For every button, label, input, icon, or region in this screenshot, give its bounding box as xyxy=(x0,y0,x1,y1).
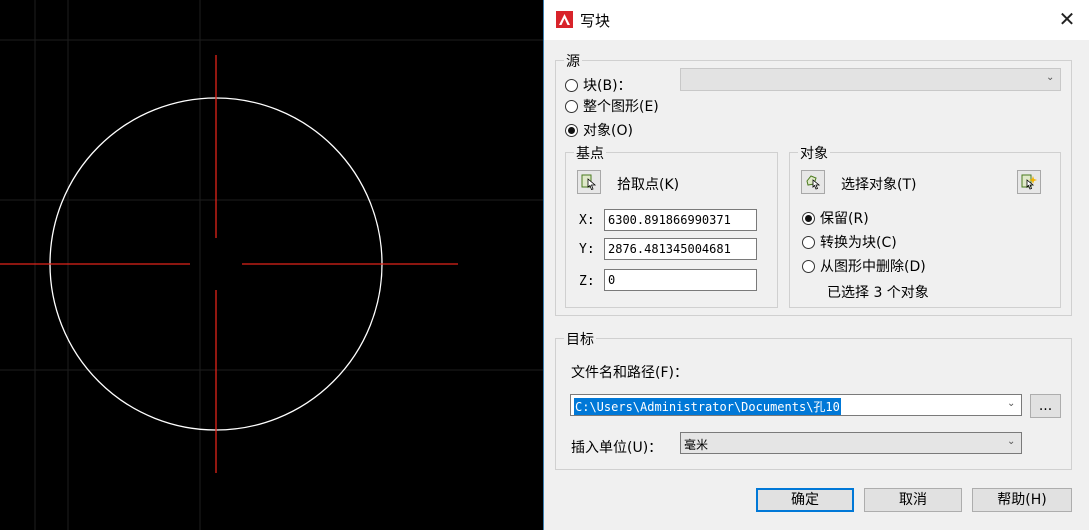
write-block-dialog: 写块 ✕ 源 块(B)： ⌄ 整个图形(E) 对象(O) 基点 拾取点(K) X… xyxy=(543,0,1089,530)
whole-drawing-radio[interactable]: 整个图形(E) xyxy=(565,96,659,116)
canvas-grid xyxy=(0,0,545,530)
block-radio[interactable]: 块(B)： xyxy=(565,75,632,95)
retain-radio-label: 保留(R) xyxy=(820,211,869,227)
pick-point-icon xyxy=(581,174,597,190)
convert-to-block-radio-label: 转换为块(C) xyxy=(820,235,897,251)
whole-drawing-radio-button[interactable] xyxy=(565,99,578,113)
selection-status: 已选择 3 个对象 xyxy=(827,285,929,301)
x-coordinate-input[interactable]: 6300.891866990371 xyxy=(604,209,757,231)
source-group-label: 源 xyxy=(564,51,582,71)
center-crosshair[interactable] xyxy=(0,55,458,473)
file-path-label: 文件名和路径(F)： xyxy=(571,365,688,381)
x-label: X: xyxy=(579,213,595,228)
insert-units-combo[interactable]: 毫米 ⌄ xyxy=(680,432,1022,454)
browse-button[interactable]: ... xyxy=(1030,394,1061,418)
base-point-group-label: 基点 xyxy=(574,143,606,163)
y-coordinate-input[interactable]: 2876.481345004681 xyxy=(604,238,757,260)
convert-to-block-radio[interactable]: 转换为块(C) xyxy=(802,232,897,252)
quick-select-icon xyxy=(1021,174,1037,190)
chevron-down-icon: ⌄ xyxy=(1046,72,1055,83)
objects-group-label: 对象 xyxy=(798,143,830,163)
drawing-canvas[interactable] xyxy=(0,0,545,530)
select-objects-icon xyxy=(806,175,821,190)
block-name-combo: ⌄ xyxy=(680,68,1061,91)
block-radio-label: 块(B)： xyxy=(583,78,632,94)
z-coordinate-input[interactable]: 0 xyxy=(604,269,757,291)
retain-radio-button[interactable] xyxy=(802,211,815,225)
retain-radio[interactable]: 保留(R) xyxy=(802,208,869,228)
y-label: Y: xyxy=(579,242,595,257)
select-objects-button[interactable] xyxy=(801,170,825,194)
insert-units-label: 插入单位(U)： xyxy=(571,440,663,456)
close-icon[interactable]: ✕ xyxy=(1057,9,1077,31)
file-path-value[interactable]: C:\Users\Administrator\Documents\孔10 xyxy=(574,398,841,415)
drawing-svg[interactable] xyxy=(0,0,545,530)
block-radio-button[interactable] xyxy=(565,78,578,92)
chevron-down-icon[interactable]: ⌄ xyxy=(1007,436,1015,447)
chevron-down-icon[interactable]: ⌄ xyxy=(1007,398,1015,409)
file-path-combo[interactable]: C:\Users\Administrator\Documents\孔10 ⌄ xyxy=(570,394,1022,416)
convert-to-block-radio-button[interactable] xyxy=(802,235,815,249)
pick-point-label: 拾取点(K) xyxy=(617,177,680,193)
delete-from-drawing-radio[interactable]: 从图形中删除(D) xyxy=(802,256,926,276)
quick-select-button[interactable] xyxy=(1017,170,1041,194)
destination-group-label: 目标 xyxy=(564,329,596,349)
select-objects-label: 选择对象(T) xyxy=(841,177,917,193)
objects-radio-label: 对象(O) xyxy=(583,123,633,139)
ok-button[interactable]: 确定 xyxy=(756,488,854,512)
help-button[interactable]: 帮助(H) xyxy=(972,488,1072,512)
whole-drawing-radio-label: 整个图形(E) xyxy=(583,99,659,115)
delete-from-drawing-radio-label: 从图形中删除(D) xyxy=(820,259,926,275)
z-label: Z: xyxy=(579,274,595,289)
objects-radio[interactable]: 对象(O) xyxy=(565,120,633,140)
autocad-logo-icon xyxy=(556,11,573,28)
delete-from-drawing-radio-button[interactable] xyxy=(802,259,815,273)
title-bar[interactable]: 写块 ✕ xyxy=(544,0,1089,40)
objects-radio-button[interactable] xyxy=(565,123,578,137)
dialog-title: 写块 xyxy=(580,12,611,30)
pick-point-button[interactable] xyxy=(577,170,601,194)
insert-units-value: 毫米 xyxy=(684,438,709,452)
cancel-button[interactable]: 取消 xyxy=(864,488,962,512)
